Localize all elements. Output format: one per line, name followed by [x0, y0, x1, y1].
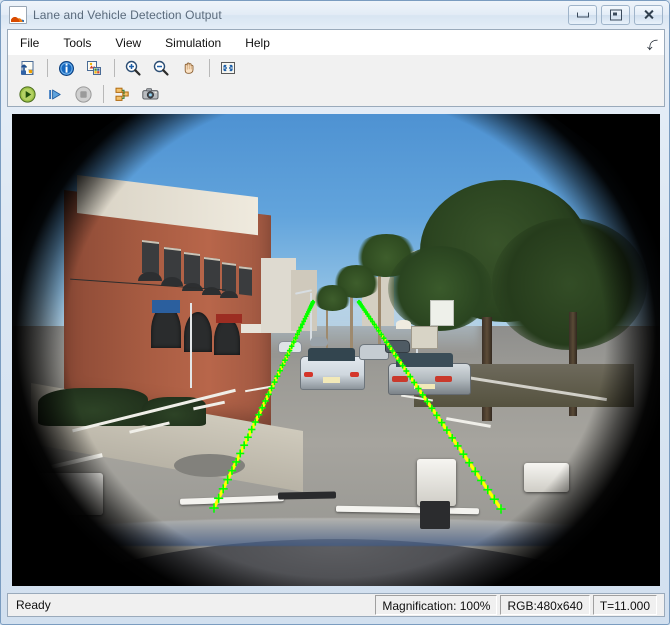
status-bar: Ready Magnification: 100% RGB:480x640 T=… — [7, 593, 665, 617]
menu-overflow-chevron-icon[interactable]: ⤵ — [647, 37, 658, 53]
video-viewer-window: Lane and Vehicle Detection Output File T… — [0, 0, 670, 625]
toolbar-separator — [103, 85, 104, 103]
zoom-in-button[interactable] — [120, 56, 146, 80]
menu-file[interactable]: File — [9, 33, 50, 53]
left-lane-markers — [209, 299, 316, 513]
lane-detection-overlay — [209, 299, 506, 514]
video-display[interactable] — [12, 114, 660, 586]
status-magnification: Magnification: 100% — [375, 595, 498, 615]
status-message: Ready — [16, 598, 51, 612]
restore-button[interactable] — [601, 5, 630, 25]
pixel-info-button[interactable] — [53, 56, 79, 80]
window-title: Lane and Vehicle Detection Output — [33, 8, 222, 22]
status-colorspace: RGB:480x640 — [500, 595, 590, 615]
zoom-out-button[interactable] — [148, 56, 174, 80]
pan-button[interactable] — [176, 56, 202, 80]
menu-tools[interactable]: Tools — [52, 33, 102, 53]
minimize-button[interactable] — [568, 5, 597, 25]
toolbar-container — [7, 55, 665, 107]
toolbar-top — [8, 55, 664, 81]
menu-help[interactable]: Help — [234, 33, 281, 53]
fit-to-view-button[interactable] — [215, 56, 241, 80]
menu-view[interactable]: View — [104, 33, 152, 53]
dashcam-scene — [12, 114, 660, 586]
status-time: T=11.000 — [592, 595, 657, 615]
matlab-icon — [9, 6, 27, 24]
toolbar-separator — [209, 59, 210, 77]
snapshot-button[interactable] — [137, 82, 163, 106]
right-lane-line — [357, 300, 503, 511]
menu-simulation[interactable]: Simulation — [154, 33, 232, 53]
toolbar-separator — [47, 59, 48, 77]
window-controls — [568, 5, 663, 25]
menu-bar: File Tools View Simulation Help ⤵ — [7, 29, 665, 55]
toolbar-separator — [114, 59, 115, 77]
title-bar[interactable]: Lane and Vehicle Detection Output — [1, 1, 669, 29]
step-forward-button[interactable] — [42, 82, 68, 106]
stop-button[interactable] — [70, 82, 96, 106]
close-button[interactable] — [634, 5, 663, 25]
run-button[interactable] — [14, 82, 40, 106]
colormap-button[interactable] — [81, 56, 107, 80]
export-image-button[interactable] — [14, 56, 40, 80]
toolbar-bottom — [8, 81, 664, 107]
simulink-model-button[interactable] — [109, 82, 135, 106]
